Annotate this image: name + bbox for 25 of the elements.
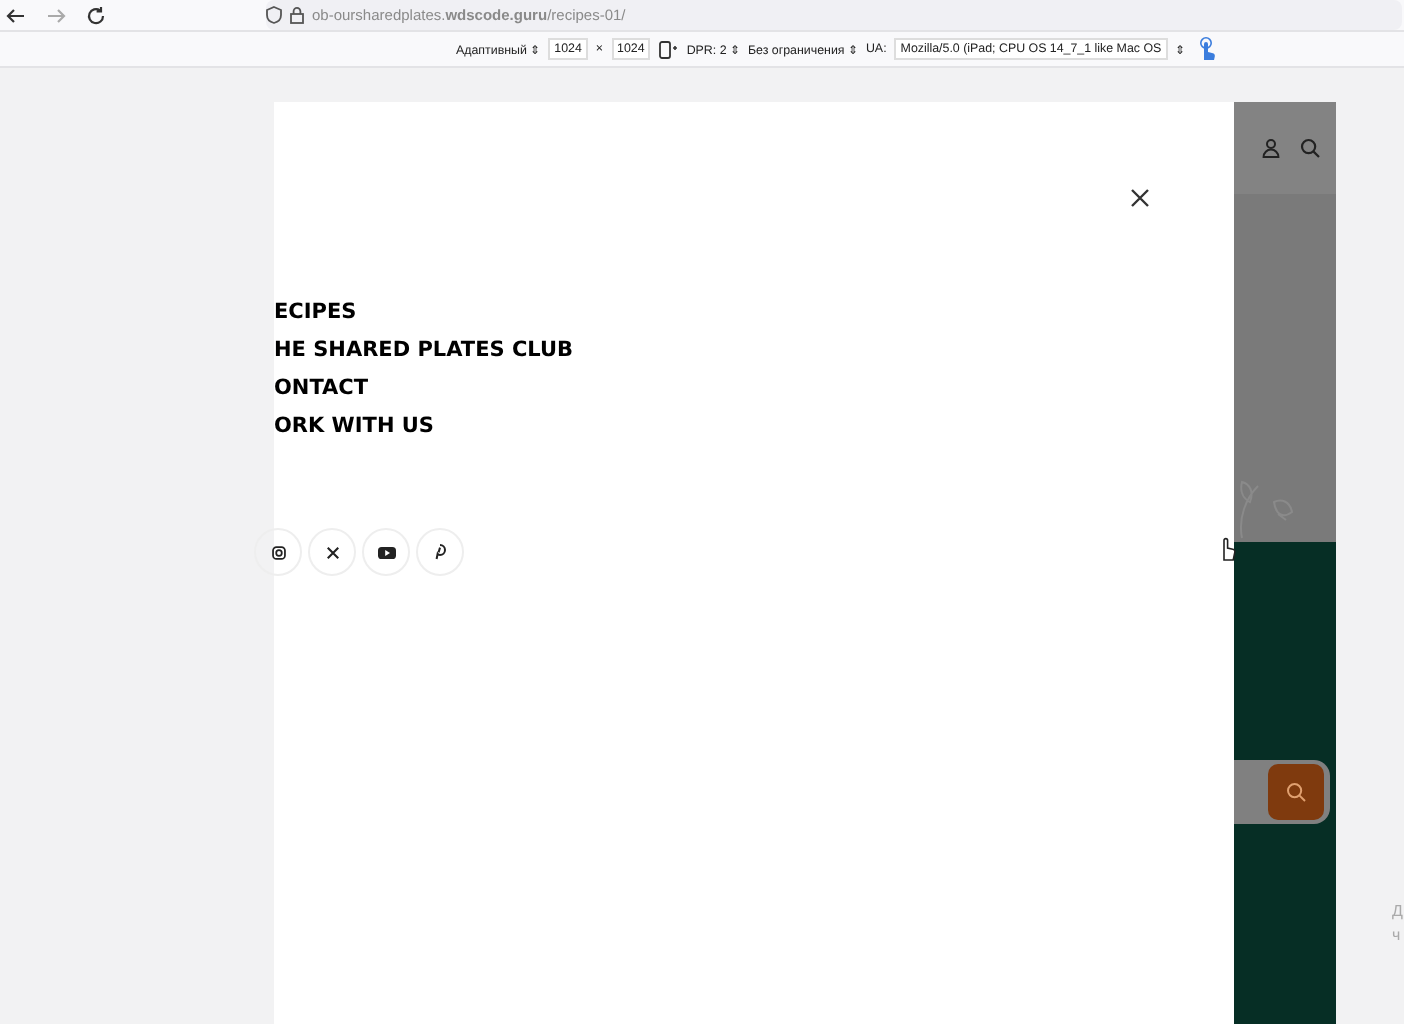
menu-link[interactable]: ECIPES	[274, 298, 1234, 328]
menu-link[interactable]: HE SHARED PLATES CLUB	[274, 336, 1234, 366]
reload-icon[interactable]	[86, 5, 106, 25]
lock-icon	[290, 6, 304, 24]
edge-text: Д	[1392, 900, 1403, 924]
menu-link[interactable]: ORK WITH US	[274, 412, 1234, 442]
search-icon[interactable]	[1300, 138, 1320, 158]
back-icon[interactable]	[6, 5, 26, 25]
close-icon[interactable]	[1130, 188, 1150, 208]
search-button[interactable]	[1268, 764, 1324, 820]
x-icon	[325, 545, 339, 559]
shield-icon	[266, 6, 282, 24]
social-button[interactable]	[362, 528, 410, 576]
rotate-icon[interactable]	[658, 39, 679, 59]
edge-text: ч	[1392, 924, 1403, 948]
social-button[interactable]	[308, 528, 356, 576]
user-icon[interactable]	[1262, 138, 1280, 158]
search-field[interactable]	[1234, 760, 1330, 824]
instagram-icon	[271, 545, 285, 559]
youtube-icon	[377, 545, 395, 559]
social-button[interactable]	[416, 528, 464, 576]
search-icon	[1286, 782, 1306, 802]
pinterest-icon	[434, 544, 446, 560]
menu-link[interactable]: ONTACT	[274, 374, 1234, 404]
social-button[interactable]	[254, 528, 302, 576]
